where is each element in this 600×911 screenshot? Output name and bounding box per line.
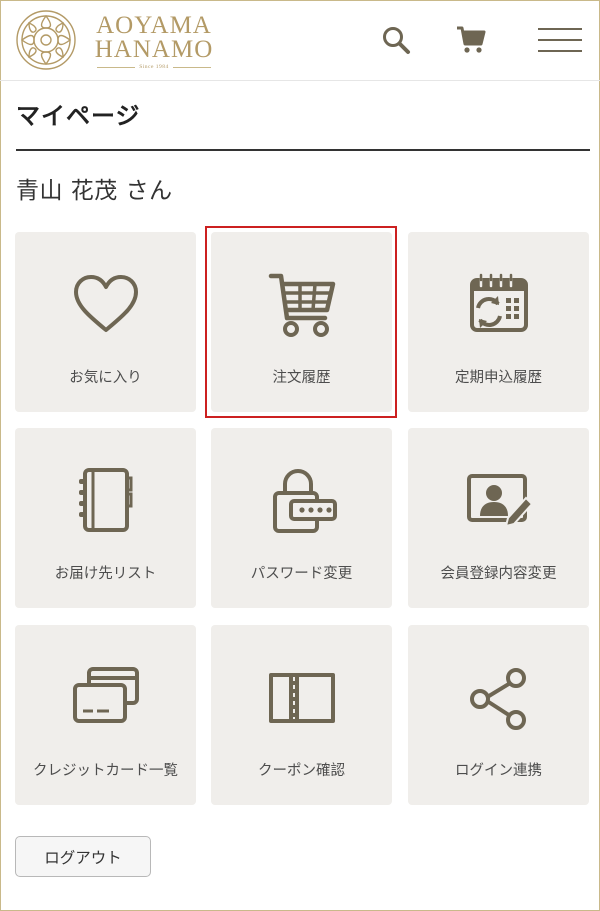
cart-icon [268, 273, 335, 337]
calendar-refresh-icon [469, 273, 528, 332]
title-divider [16, 149, 590, 151]
page-title: マイページ [16, 102, 141, 130]
address-book-icon [78, 468, 132, 532]
menu-tile-label: 注文履歴 [272, 370, 331, 386]
menu-tile-subscription-history[interactable]: 定期申込履歴 [408, 232, 589, 412]
menu-tile-favorites[interactable]: お気に入り [15, 232, 196, 412]
profile-edit-icon [466, 474, 533, 528]
menu-tile-label: 会員登録内容変更 [440, 566, 557, 582]
menu-tile-label: お気に入り [69, 370, 142, 386]
coupon-ticket-icon [268, 673, 335, 723]
lock-password-icon [272, 469, 337, 533]
user-name: 青山 花茂 さん [16, 178, 173, 204]
menu-tile-label: お届け先リスト [54, 566, 157, 582]
menu-tile-label: クーポン確認 [258, 763, 345, 779]
search-button[interactable] [374, 18, 418, 62]
search-icon [383, 27, 410, 54]
logo-since-rule: Since 1984 [92, 64, 216, 70]
hamburger-menu-button[interactable] [534, 18, 586, 62]
logo-line1: AOYAMA [96, 12, 212, 39]
menu-tile-label: 定期申込履歴 [455, 370, 542, 386]
menu-tile-label: ログイン連携 [455, 763, 542, 779]
site-header: AOYAMA HANAMO Since 1984 [0, 0, 600, 81]
logo-since: Since 1984 [139, 64, 169, 70]
logout-button[interactable]: ログアウト [15, 836, 151, 877]
menu-tile-address-list[interactable]: お届け先リスト [15, 428, 196, 608]
brand-logo[interactable]: AOYAMA HANAMO Since 1984 [92, 12, 216, 70]
menu-tile-password-change[interactable]: パスワード変更 [211, 428, 392, 608]
logo-line2: HANAMO [94, 36, 214, 63]
credit-card-icon [72, 667, 139, 723]
logo-emblem-icon[interactable] [14, 8, 78, 72]
menu-tile-coupons[interactable]: クーポン確認 [211, 625, 392, 805]
menu-tile-credit-cards[interactable]: クレジットカード一覧 [15, 625, 196, 805]
share-icon [469, 668, 526, 730]
cart-button[interactable] [449, 18, 493, 62]
menu-tile-order-history[interactable]: 注文履歴 [211, 232, 392, 412]
menu-tile-login-linkage[interactable]: ログイン連携 [408, 625, 589, 805]
heart-icon [73, 275, 138, 332]
menu-tile-label: パスワード変更 [250, 566, 353, 582]
menu-tile-label: クレジットカード一覧 [33, 763, 178, 779]
hamburger-menu-icon [538, 28, 582, 52]
menu-tile-member-info-change[interactable]: 会員登録内容変更 [408, 428, 589, 608]
cart-icon [457, 26, 486, 53]
